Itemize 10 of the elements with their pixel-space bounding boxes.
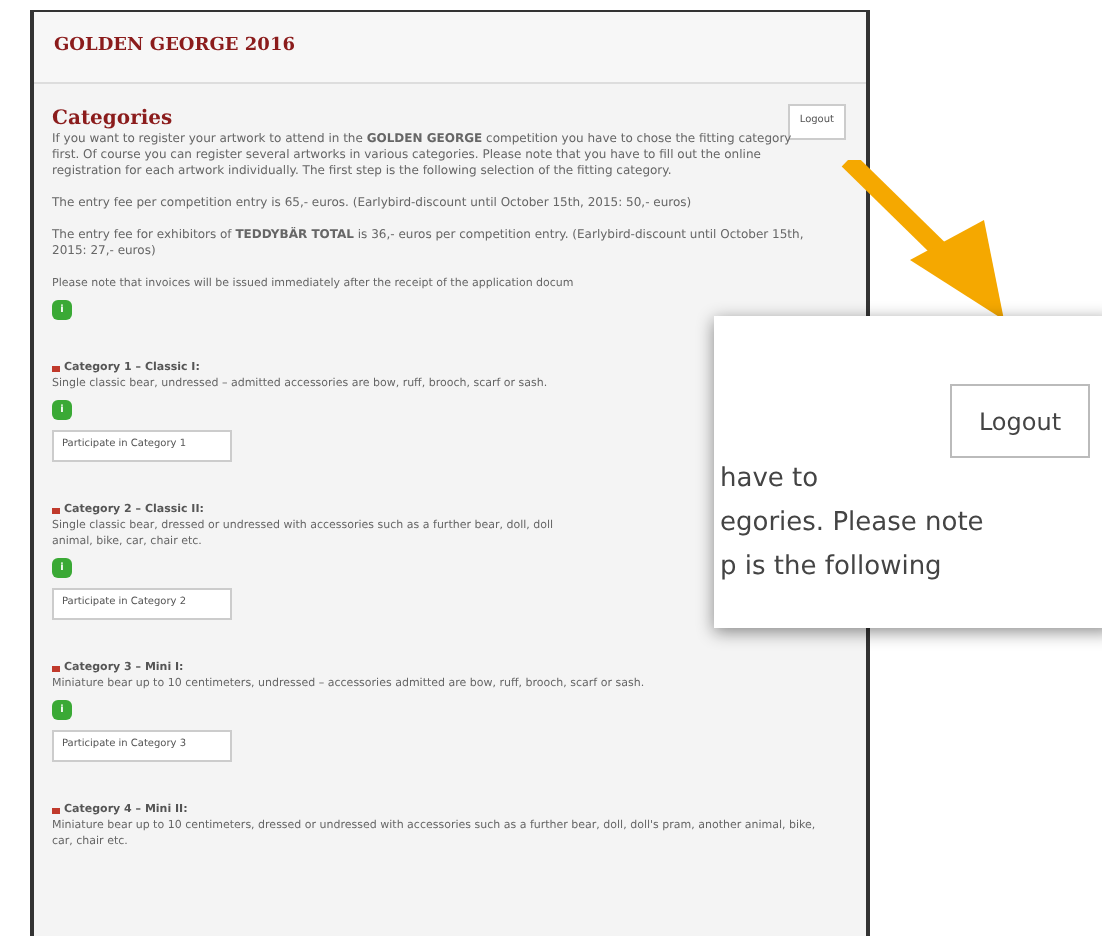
bullet-icon	[52, 365, 60, 371]
magnified-text: have to	[720, 462, 821, 498]
magnified-text: p is the following	[720, 550, 944, 586]
section-title: Categories	[52, 108, 173, 132]
bullet-icon	[52, 807, 60, 813]
site-title: GOLDEN GEORGE 2016	[54, 34, 297, 60]
bullet-icon	[52, 665, 60, 671]
logout-button[interactable]: Logout	[950, 384, 1090, 458]
bullet-icon	[52, 507, 60, 513]
magnified-text: egories. Please note	[720, 506, 986, 542]
